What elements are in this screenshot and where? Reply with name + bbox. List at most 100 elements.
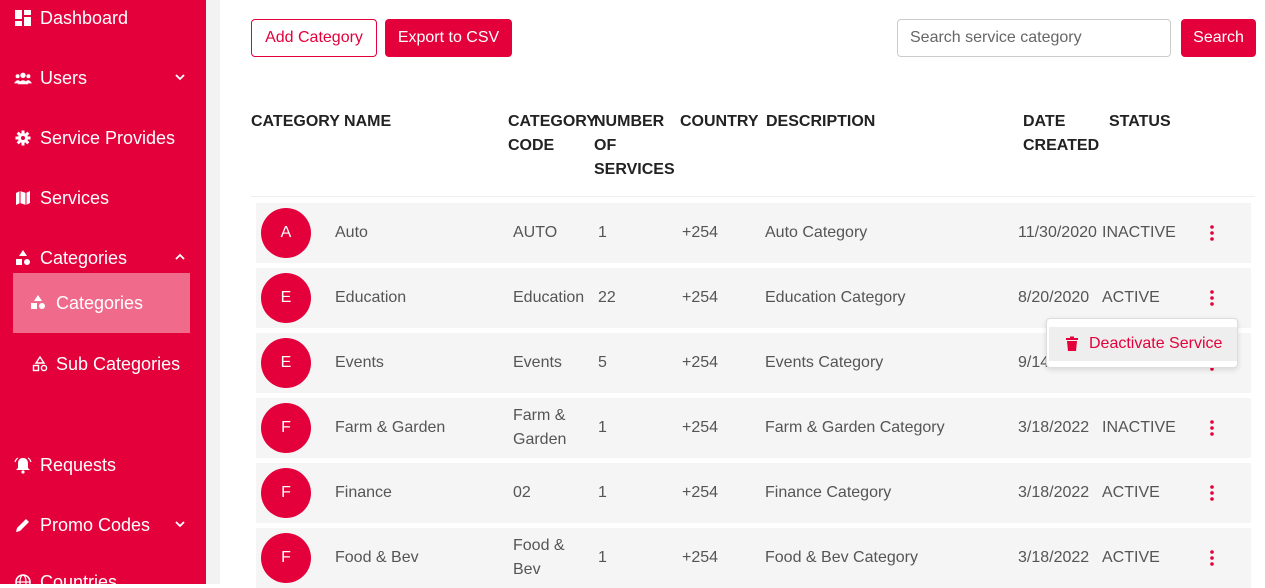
table-row: F Farm & Garden Farm & Garden 1 +254 Farm & G… bbox=[256, 398, 1251, 458]
sidebar-item-promo-codes[interactable]: Promo Codes bbox=[0, 505, 206, 545]
sidebar-item-label: Requests bbox=[40, 454, 117, 475]
deactivate-service-label: Deactivate Service bbox=[1089, 335, 1223, 352]
cell-count: 1 bbox=[598, 419, 607, 436]
sidebar-item-users[interactable]: Users bbox=[0, 58, 206, 98]
cell-country: +254 bbox=[682, 354, 719, 371]
cell-name: Finance bbox=[335, 484, 392, 501]
cell-date: 3/18/2022 bbox=[1018, 419, 1090, 436]
sidebar: Dashboard Users Service Provides Service… bbox=[0, 0, 206, 584]
avatar: F bbox=[261, 468, 311, 518]
sidebar-item-categories[interactable]: Categories bbox=[0, 238, 206, 278]
header-category-name: CATEGORY NAME bbox=[251, 113, 392, 130]
cell-description: Events Category bbox=[765, 354, 884, 371]
chevron-down-icon[interactable] bbox=[172, 69, 188, 85]
cell-status: INACTIVE bbox=[1102, 224, 1176, 241]
header-line: CREATED bbox=[1023, 137, 1100, 154]
sidebar-item-countries[interactable]: Countries bbox=[0, 562, 206, 584]
table-row: A Auto AUTO 1 +254 Auto Category 11/30/2020 INA… bbox=[256, 203, 1251, 263]
more-vertical-icon[interactable] bbox=[1202, 483, 1222, 503]
cell-status: ACTIVE bbox=[1102, 484, 1160, 501]
avatar: E bbox=[261, 273, 311, 323]
sidebar-item-label: Services bbox=[40, 187, 110, 208]
cell-description: Food & Bev Category bbox=[765, 549, 918, 566]
shapes-icon bbox=[30, 294, 48, 312]
cell-name: Auto bbox=[335, 224, 368, 241]
chevron-up-icon[interactable] bbox=[172, 249, 188, 265]
cell-count: 5 bbox=[598, 354, 607, 371]
header-line: CATEGORY bbox=[508, 113, 597, 130]
sidebar-gutter bbox=[206, 0, 220, 584]
trash-icon bbox=[1066, 336, 1078, 351]
sidebar-item-services[interactable]: Services bbox=[0, 178, 206, 218]
header-description: DESCRIPTION bbox=[766, 113, 876, 130]
cell-name: Farm & Garden bbox=[335, 419, 446, 436]
deactivate-service-menu-item[interactable]: Deactivate Service bbox=[1049, 327, 1237, 361]
header-divider bbox=[251, 196, 1255, 197]
cell-description: Education Category bbox=[765, 289, 906, 306]
dashboard-icon bbox=[14, 9, 32, 27]
cell-count: 1 bbox=[598, 549, 607, 566]
sidebar-subitem-sub-categories[interactable]: Sub Categories bbox=[29, 350, 189, 378]
cell-name: Food & Bev bbox=[335, 549, 419, 566]
pencil-icon bbox=[14, 516, 32, 534]
cell-description: Farm & Garden Category bbox=[765, 419, 945, 436]
cell-code: 02 bbox=[513, 484, 531, 501]
cell-country: +254 bbox=[682, 224, 719, 241]
header-status: STATUS bbox=[1109, 113, 1171, 130]
header-date-created: DATE CREATED bbox=[1023, 110, 1099, 158]
search-input[interactable] bbox=[897, 19, 1171, 57]
chevron-down-icon[interactable] bbox=[172, 516, 188, 532]
cell-date: 3/18/2022 bbox=[1018, 484, 1090, 501]
cell-country: +254 bbox=[682, 484, 719, 501]
more-vertical-icon[interactable] bbox=[1202, 418, 1222, 438]
cell-code: Food & Bev bbox=[513, 537, 565, 578]
avatar: F bbox=[261, 533, 311, 583]
shapes-icon bbox=[14, 249, 32, 267]
sidebar-subitem-label: Sub Categories bbox=[56, 354, 181, 374]
header-category-code: CATEGORY CODE bbox=[508, 110, 597, 158]
cell-country: +254 bbox=[682, 289, 719, 306]
cell-status: INACTIVE bbox=[1102, 419, 1176, 436]
sidebar-subitem-categories[interactable]: Categories bbox=[13, 273, 190, 333]
cell-description: Auto Category bbox=[765, 224, 868, 241]
users-icon bbox=[14, 69, 32, 87]
sidebar-item-label: Promo Codes bbox=[40, 514, 151, 535]
sidebar-item-dashboard[interactable]: Dashboard bbox=[0, 0, 206, 38]
cell-date: 3/18/2022 bbox=[1018, 549, 1090, 566]
sidebar-item-label: Users bbox=[40, 67, 88, 88]
cell-country: +254 bbox=[682, 549, 719, 566]
avatar: F bbox=[261, 403, 311, 453]
sidebar-item-label: Categories bbox=[40, 247, 128, 268]
row-actions-menu: Deactivate Service bbox=[1046, 318, 1238, 368]
cell-name: Events bbox=[335, 354, 384, 371]
sidebar-subitem-label: Categories bbox=[56, 292, 144, 313]
add-category-button[interactable]: Add Category bbox=[251, 19, 377, 57]
sidebar-item-label: Dashboard bbox=[40, 7, 129, 28]
cell-description: Finance Category bbox=[765, 484, 892, 501]
header-line: OF bbox=[594, 137, 617, 154]
export-csv-button[interactable]: Export to CSV bbox=[385, 19, 512, 57]
header-line: NUMBER bbox=[594, 113, 665, 130]
cell-name: Education bbox=[335, 289, 407, 306]
header-country: COUNTRY bbox=[680, 113, 759, 130]
cell-code: Events bbox=[513, 354, 562, 371]
avatar: E bbox=[261, 338, 311, 388]
more-vertical-icon[interactable] bbox=[1202, 288, 1222, 308]
table-row: F Finance 02 1 +254 Finance Category 3/18/2022… bbox=[256, 463, 1251, 523]
sidebar-item-service-provides[interactable]: Service Provides bbox=[0, 118, 206, 158]
gear-icon bbox=[14, 129, 32, 147]
sidebar-item-label: Countries bbox=[40, 571, 118, 585]
globe-icon bbox=[14, 573, 32, 584]
more-vertical-icon[interactable] bbox=[1202, 223, 1222, 243]
cell-code: Farm & Garden bbox=[513, 407, 567, 448]
header-line: CODE bbox=[508, 137, 555, 154]
cell-count: 1 bbox=[598, 224, 607, 241]
map-icon bbox=[14, 189, 32, 207]
search-button[interactable]: Search bbox=[1181, 19, 1256, 57]
more-vertical-icon[interactable] bbox=[1202, 548, 1222, 568]
cell-count: 1 bbox=[598, 484, 607, 501]
bell-icon bbox=[14, 456, 32, 474]
sidebar-item-requests[interactable]: Requests bbox=[0, 445, 206, 485]
table-row: F Food & Bev Food & Bev 1 +254 Food & Bev Cat… bbox=[256, 528, 1251, 588]
cell-status: ACTIVE bbox=[1102, 549, 1160, 566]
